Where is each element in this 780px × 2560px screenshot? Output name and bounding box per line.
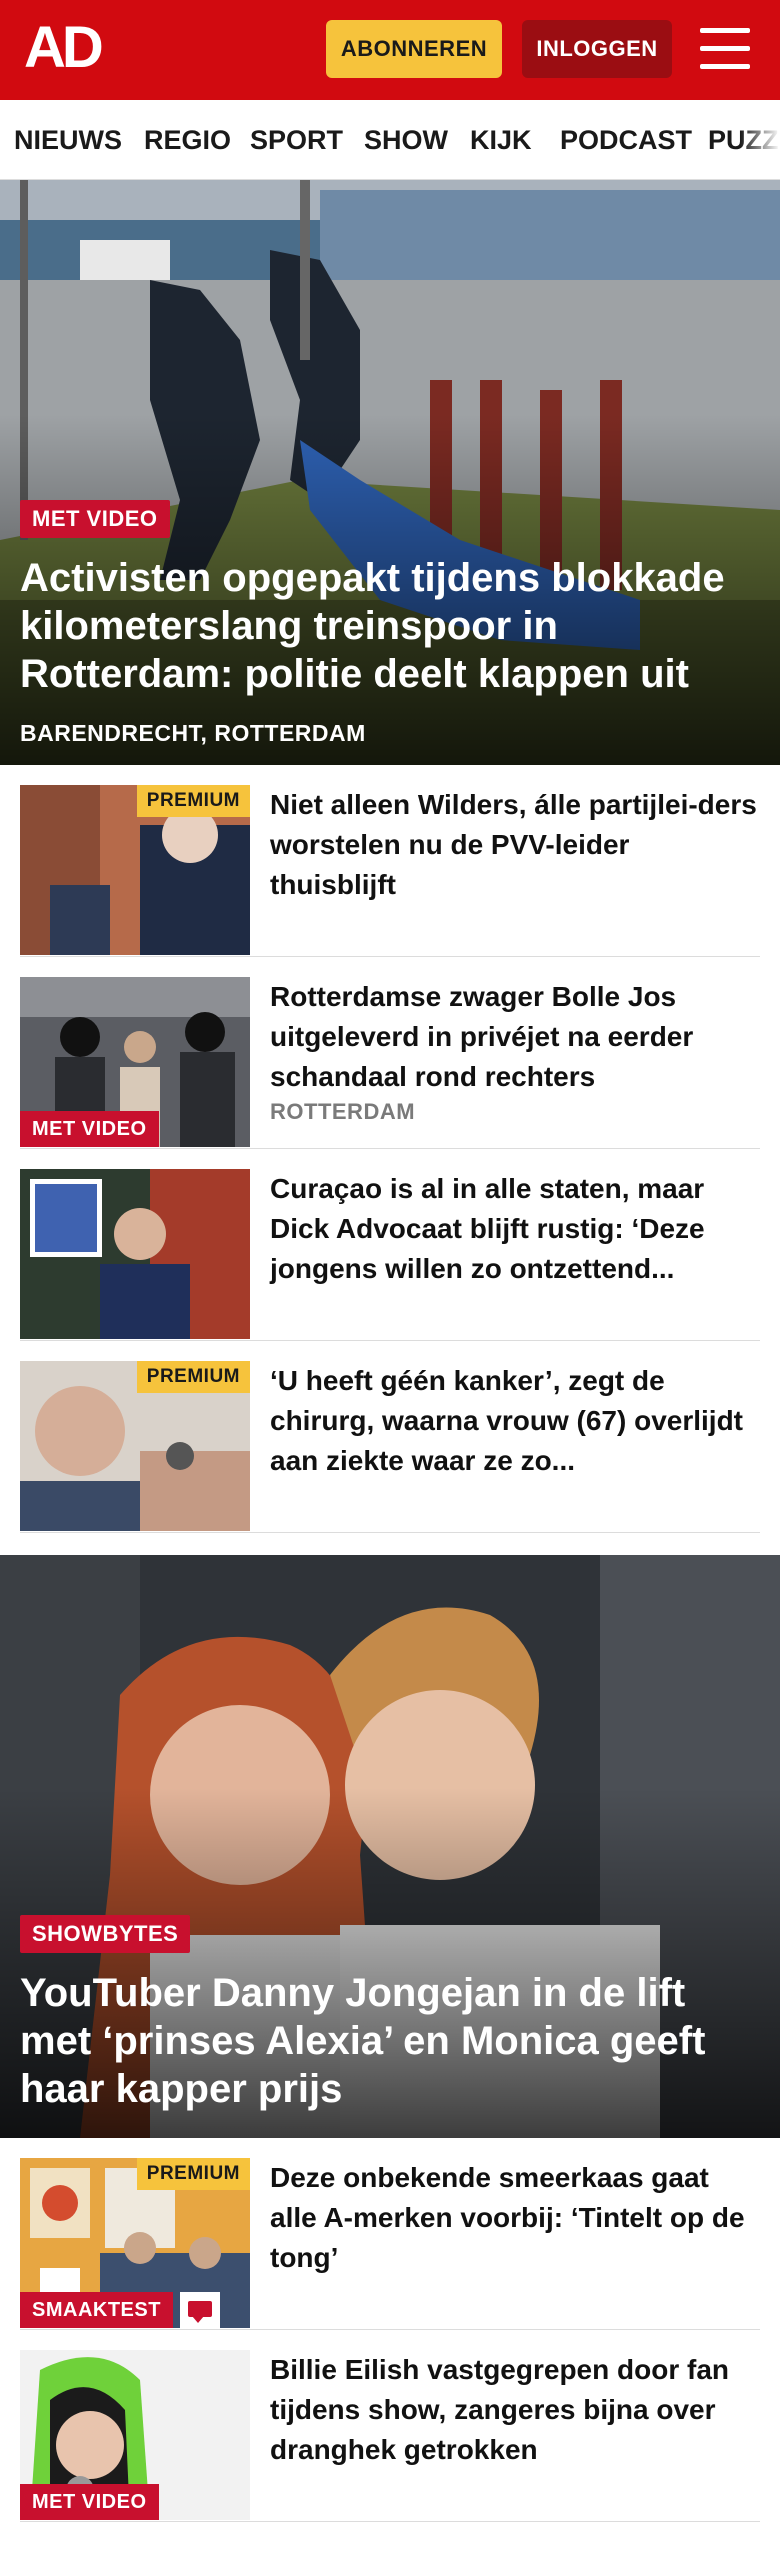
list-item[interactable]: MET VIDEO Billie Eilish vastgegrepen doo… [20, 2330, 760, 2522]
showbytes-badge: SHOWBYTES [20, 1915, 191, 1953]
list-item[interactable]: PREMIUM ‘U heeft géén kanker’, zegt de c… [20, 1341, 760, 1533]
thumbnail-image [20, 1169, 250, 1339]
article-thumbnail: PREMIUM [20, 1361, 250, 1531]
hero-title[interactable]: Activisten opgepakt tijdens blokkade kil… [20, 554, 760, 698]
hero-title[interactable]: YouTuber Danny Jongejan in de lift met ‘… [20, 1969, 760, 2113]
video-badge: MET VIDEO [20, 2484, 159, 2520]
hero-location: BARENDRECHT, ROTTERDAM [20, 720, 366, 746]
login-button[interactable]: INLOGGEN [522, 20, 672, 78]
comment-icon [180, 2292, 220, 2328]
subscribe-button[interactable]: ABONNEREN [326, 20, 502, 78]
ad-logo[interactable]: AD [24, 18, 104, 78]
premium-badge: PREMIUM [136, 785, 250, 817]
smaaktest-badge: SMAAKTEST [20, 2292, 173, 2328]
nav-item-show[interactable]: SHOW [364, 100, 448, 179]
section-nav: NIEUWS REGIO SPORT SHOW KIJK PODCAST PUZ… [0, 100, 780, 180]
article-title[interactable]: Billie Eilish vastgegrepen door fan tijd… [270, 2350, 760, 2470]
article-title[interactable]: Curaçao is al in alle staten, maar Dick … [270, 1169, 760, 1289]
nav-item-podcast[interactable]: PODCAST [560, 100, 692, 179]
list-item[interactable]: Curaçao is al in alle staten, maar Dick … [20, 1149, 760, 1341]
article-title[interactable]: Deze onbekende smeerkaas gaat alle A-mer… [270, 2158, 760, 2278]
premium-badge: PREMIUM [136, 1361, 250, 1393]
article-location: ROTTERDAM [270, 1099, 416, 1124]
article-title[interactable]: ‘U heeft géén kanker’, zegt de chirurg, … [270, 1361, 760, 1481]
article-thumbnail: MET VIDEO [20, 2350, 250, 2520]
nav-item-sport[interactable]: SPORT [250, 100, 343, 179]
article-thumbnail [20, 1169, 250, 1339]
hero-article[interactable]: SHOWBYTES YouTuber Danny Jongejan in de … [0, 1555, 780, 2138]
hamburger-menu-icon[interactable] [700, 28, 750, 70]
article-thumbnail: PREMIUM SMAAKTEST [20, 2158, 250, 2328]
nav-item-regio[interactable]: REGIO [144, 100, 231, 179]
article-thumbnail: PREMIUM [20, 785, 250, 955]
video-badge: MET VIDEO [20, 500, 170, 538]
premium-badge: PREMIUM [136, 2158, 250, 2190]
nav-fade [740, 100, 780, 179]
hero-article[interactable]: MET VIDEO Activisten opgepakt tijdens bl… [0, 180, 780, 765]
list-item[interactable]: PREMIUM SMAAKTEST Deze onbekende smeerka… [20, 2138, 760, 2330]
article-thumbnail: MET VIDEO [20, 977, 250, 1147]
video-badge: MET VIDEO [20, 1111, 159, 1147]
article-title[interactable]: Niet alleen Wilders, álle partijlei-ders… [270, 785, 760, 905]
nav-item-kijk[interactable]: KIJK [470, 100, 532, 179]
nav-item-nieuws[interactable]: NIEUWS [14, 100, 122, 179]
list-item[interactable]: PREMIUM Niet alleen Wilders, álle partij… [20, 765, 760, 957]
top-bar: AD ABONNEREN INLOGGEN [0, 0, 780, 100]
list-item[interactable]: MET VIDEO Rotterdamse zwager Bolle Jos u… [20, 957, 760, 1149]
article-title[interactable]: Rotterdamse zwager Bolle Jos uitgeleverd… [270, 977, 760, 1097]
